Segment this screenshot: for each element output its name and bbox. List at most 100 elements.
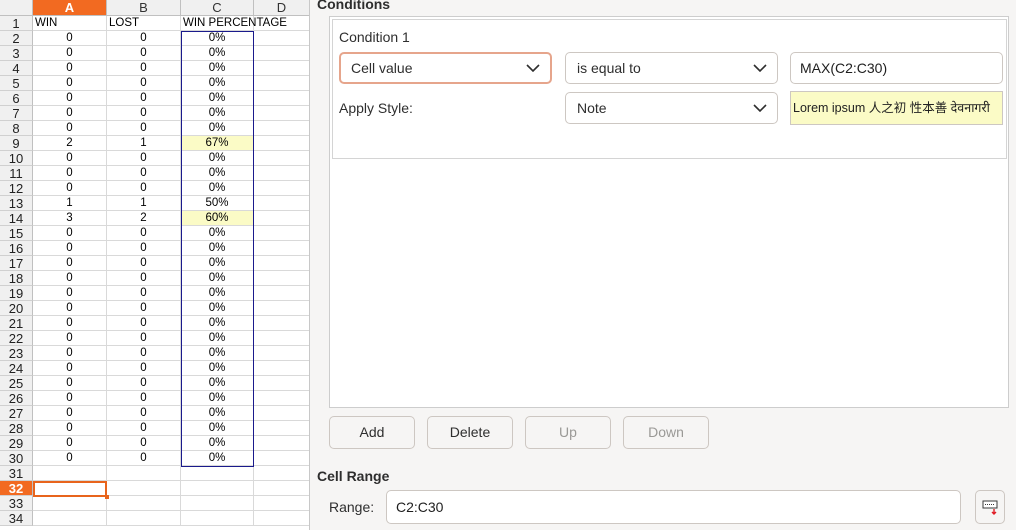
cell-a16[interactable]: 0 xyxy=(33,241,107,256)
cell-c21[interactable]: 0% xyxy=(181,316,254,331)
cell-a19[interactable]: 0 xyxy=(33,286,107,301)
active-cell-cursor[interactable] xyxy=(33,481,109,499)
cell-c9[interactable]: 67% xyxy=(181,136,254,151)
cell-c20[interactable]: 0% xyxy=(181,301,254,316)
cell-b12[interactable]: 0 xyxy=(107,181,181,196)
cell-b8[interactable]: 0 xyxy=(107,121,181,136)
cell-b26[interactable]: 0 xyxy=(107,391,181,406)
cell-a13[interactable]: 1 xyxy=(33,196,107,211)
cell-a27[interactable]: 0 xyxy=(33,406,107,421)
cell-d32[interactable] xyxy=(254,481,309,496)
cell-a9[interactable]: 2 xyxy=(33,136,107,151)
cell-d22[interactable] xyxy=(254,331,309,346)
cell-b24[interactable]: 0 xyxy=(107,361,181,376)
cell-c32[interactable] xyxy=(181,481,254,496)
column-header-c[interactable]: C xyxy=(181,0,254,16)
cell-c16[interactable]: 0% xyxy=(181,241,254,256)
cell-b7[interactable]: 0 xyxy=(107,106,181,121)
cell-c8[interactable]: 0% xyxy=(181,121,254,136)
cell-a12[interactable]: 0 xyxy=(33,181,107,196)
row-header-9[interactable]: 9 xyxy=(0,136,33,151)
cell-d19[interactable] xyxy=(254,286,309,301)
cell-c10[interactable]: 0% xyxy=(181,151,254,166)
row-header-25[interactable]: 25 xyxy=(0,376,33,391)
cell-d7[interactable] xyxy=(254,106,309,121)
row-header-33[interactable]: 33 xyxy=(0,496,33,511)
cell-b27[interactable]: 0 xyxy=(107,406,181,421)
cell-c34[interactable] xyxy=(181,511,254,526)
cell-c5[interactable]: 0% xyxy=(181,76,254,91)
row-header-28[interactable]: 28 xyxy=(0,421,33,436)
cell-c18[interactable]: 0% xyxy=(181,271,254,286)
cell-c25[interactable]: 0% xyxy=(181,376,254,391)
column-header-d[interactable]: D xyxy=(254,0,309,16)
cell-d4[interactable] xyxy=(254,61,309,76)
cell-a7[interactable]: 0 xyxy=(33,106,107,121)
cell-d18[interactable] xyxy=(254,271,309,286)
cell-b2[interactable]: 0 xyxy=(107,31,181,46)
cell-a20[interactable]: 0 xyxy=(33,301,107,316)
cell-b22[interactable]: 0 xyxy=(107,331,181,346)
style-dropdown[interactable]: Note xyxy=(565,92,778,124)
cell-c22[interactable]: 0% xyxy=(181,331,254,346)
cell-c26[interactable]: 0% xyxy=(181,391,254,406)
cell-b25[interactable]: 0 xyxy=(107,376,181,391)
add-button[interactable]: Add xyxy=(329,416,415,449)
column-header-b[interactable]: B xyxy=(107,0,181,16)
cell-b10[interactable]: 0 xyxy=(107,151,181,166)
cell-d31[interactable] xyxy=(254,466,309,481)
cell-d14[interactable] xyxy=(254,211,309,226)
row-header-13[interactable]: 13 xyxy=(0,196,33,211)
cell-a29[interactable]: 0 xyxy=(33,436,107,451)
cell-b16[interactable]: 0 xyxy=(107,241,181,256)
cell-b19[interactable]: 0 xyxy=(107,286,181,301)
row-header-21[interactable]: 21 xyxy=(0,316,33,331)
cell-a34[interactable] xyxy=(33,511,107,526)
cell-a30[interactable]: 0 xyxy=(33,451,107,466)
row-header-27[interactable]: 27 xyxy=(0,406,33,421)
cell-d1[interactable] xyxy=(254,16,309,31)
cell-b21[interactable]: 0 xyxy=(107,316,181,331)
cell-c33[interactable] xyxy=(181,496,254,511)
cell-c24[interactable]: 0% xyxy=(181,361,254,376)
row-header-2[interactable]: 2 xyxy=(0,31,33,46)
cell-c15[interactable]: 0% xyxy=(181,226,254,241)
row-header-14[interactable]: 14 xyxy=(0,211,33,226)
row-header-31[interactable]: 31 xyxy=(0,466,33,481)
cell-d25[interactable] xyxy=(254,376,309,391)
cell-a5[interactable]: 0 xyxy=(33,76,107,91)
row-header-22[interactable]: 22 xyxy=(0,331,33,346)
cell-b31[interactable] xyxy=(107,466,181,481)
cell-b9[interactable]: 1 xyxy=(107,136,181,151)
row-header-6[interactable]: 6 xyxy=(0,91,33,106)
cell-c29[interactable]: 0% xyxy=(181,436,254,451)
conditions-list[interactable]: Condition 1 Cell value is equal to MAX(C… xyxy=(329,16,1009,408)
cell-a17[interactable]: 0 xyxy=(33,256,107,271)
cell-a15[interactable]: 0 xyxy=(33,226,107,241)
cell-d10[interactable] xyxy=(254,151,309,166)
row-header-17[interactable]: 17 xyxy=(0,256,33,271)
cell-d26[interactable] xyxy=(254,391,309,406)
cell-a23[interactable]: 0 xyxy=(33,346,107,361)
row-header-5[interactable]: 5 xyxy=(0,76,33,91)
row-header-20[interactable]: 20 xyxy=(0,301,33,316)
row-header-11[interactable]: 11 xyxy=(0,166,33,181)
cell-c27[interactable]: 0% xyxy=(181,406,254,421)
cell-b29[interactable]: 0 xyxy=(107,436,181,451)
cell-a10[interactable]: 0 xyxy=(33,151,107,166)
row-header-32[interactable]: 32 xyxy=(0,481,33,496)
cell-c13[interactable]: 50% xyxy=(181,196,254,211)
cell-a8[interactable]: 0 xyxy=(33,121,107,136)
delete-button[interactable]: Delete xyxy=(427,416,513,449)
row-header-19[interactable]: 19 xyxy=(0,286,33,301)
spreadsheet-grid[interactable]: ABCD 1 WIN LOST WIN PERCENTAGE 2 0 0 0% 3 0 0 0% 4 0 0… xyxy=(0,0,310,530)
row-header-7[interactable]: 7 xyxy=(0,106,33,121)
cell-b17[interactable]: 0 xyxy=(107,256,181,271)
cell-a25[interactable]: 0 xyxy=(33,376,107,391)
cell-a31[interactable] xyxy=(33,466,107,481)
condition-1-panel[interactable]: Condition 1 Cell value is equal to MAX(C… xyxy=(332,19,1007,159)
row-header-30[interactable]: 30 xyxy=(0,451,33,466)
cell-c2[interactable]: 0% xyxy=(181,31,254,46)
cell-d30[interactable] xyxy=(254,451,309,466)
cell-a26[interactable]: 0 xyxy=(33,391,107,406)
